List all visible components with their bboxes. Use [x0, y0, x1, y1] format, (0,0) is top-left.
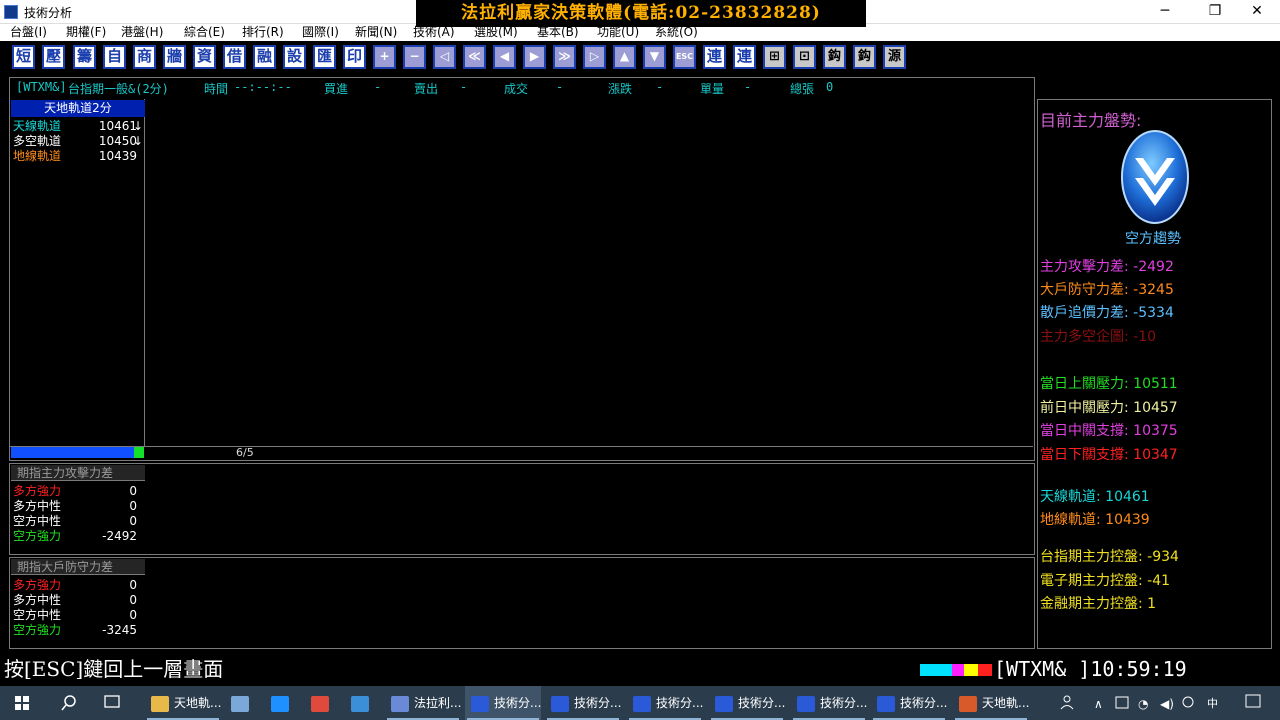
symbol-clock: [WTXM& ]10:59:19: [994, 657, 1187, 681]
progress-blue: [11, 447, 134, 458]
taskbar-tray: ∧ ◔ ◀) 中: [15, 694, 1261, 711]
sub2-value: 0: [129, 608, 137, 622]
status-bar: [9, 446, 1033, 460]
sub1-panel: [9, 463, 1035, 555]
trend-line-3: 主力多空企圖: -10: [1040, 329, 1157, 345]
sub1-row: 多方強力 0: [13, 484, 143, 499]
network-icon: [1115, 696, 1129, 709]
sub2-panel: [9, 557, 1035, 649]
people-icon: [1060, 695, 1074, 710]
sub1-row: 多方中性 0: [13, 499, 143, 514]
sub1-value: 0: [129, 484, 137, 498]
trend-line-7: 當日下關支撐: 10347: [1040, 447, 1178, 463]
trend-line-12: 金融期主力控盤: 1: [1040, 596, 1157, 612]
trend-line-11: 電子期主力控盤: -41: [1040, 573, 1171, 589]
sub1-label: 空方中性: [13, 514, 62, 528]
trend-line-2: 散戶追價力差: -5334: [1040, 305, 1174, 321]
sub2-row: 空方強力 -3245: [13, 623, 143, 638]
trend-line-5: 前日中關壓力: 10457: [1040, 400, 1178, 416]
sub2-row: 多方強力 0: [13, 578, 143, 593]
trend-line-6: 當日中關支撐: 10375: [1040, 423, 1178, 439]
sub1-label: 多方中性: [13, 499, 62, 513]
progress-green: [134, 447, 144, 458]
tray-chevron-icon: ∧: [1094, 697, 1103, 711]
clock-time: 10:59:19: [1090, 657, 1187, 681]
banner-phone: 法拉利贏家決策軟體(電話:02-23832828): [416, 0, 866, 27]
sub2-value: 0: [129, 593, 137, 607]
trend-line-4: 當日上關壓力: 10511: [1040, 376, 1178, 392]
sub2-title: 期指大戶防守力差: [11, 559, 145, 575]
volume-icon: ◀): [1160, 697, 1174, 711]
sub2-row: 空方中性 0: [13, 608, 143, 623]
trend-label: 空方趨勢: [1125, 231, 1181, 247]
sub2-row: 多方中性 0: [13, 593, 143, 608]
symbol-code: [WTXM& ]: [994, 657, 1091, 681]
status-x-icon: [1182, 696, 1194, 708]
trend-line-0: 主力攻擊力差: -2492: [1040, 259, 1174, 275]
color-strip: [920, 664, 992, 676]
sub1-value: 0: [129, 514, 137, 528]
down-trend-icon: [1121, 130, 1189, 224]
date-label: 6/5: [236, 446, 254, 459]
sub2-label: 空方中性: [13, 608, 62, 622]
trend-line-1: 大戶防守力差: -3245: [1040, 282, 1174, 298]
wifi-icon: ◔: [1138, 697, 1148, 711]
trend-line-8: 天線軌道: 10461: [1040, 489, 1150, 505]
sub2-label: 多方強力: [13, 578, 62, 592]
sub1-title: 期指主力攻擊力差: [11, 465, 145, 481]
esc-hint: 按[ESC]鍵回上一層畫面: [4, 657, 224, 681]
sub2-value: 0: [129, 578, 137, 592]
notification-icon: [1245, 694, 1261, 708]
sub1-value: 0: [129, 499, 137, 513]
sub2-label: 空方強力: [13, 623, 62, 637]
sub1-row: 空方強力 -2492: [13, 529, 143, 544]
task-view-icon: [104, 695, 120, 708]
trend-line-10: 台指期主力控盤: -934: [1040, 549, 1179, 565]
sub1-value: -2492: [102, 529, 137, 543]
app-window: 技術分析 ─ ❐ ✕ 法拉利贏家決策軟體(電話:02-23832828) 台盤(…: [0, 0, 1280, 686]
start-icon: [15, 696, 29, 710]
search-icon: [61, 695, 76, 711]
sub2-label: 多方中性: [13, 593, 62, 607]
sub2-value: -3245: [102, 623, 137, 637]
sub1-label: 空方強力: [13, 529, 62, 543]
ime-icon: 中: [1207, 697, 1218, 710]
trend-line-9: 地線軌道: 10439: [1040, 512, 1150, 528]
sub1-label: 多方強力: [13, 484, 62, 498]
sub1-row: 空方中性 0: [13, 514, 143, 529]
